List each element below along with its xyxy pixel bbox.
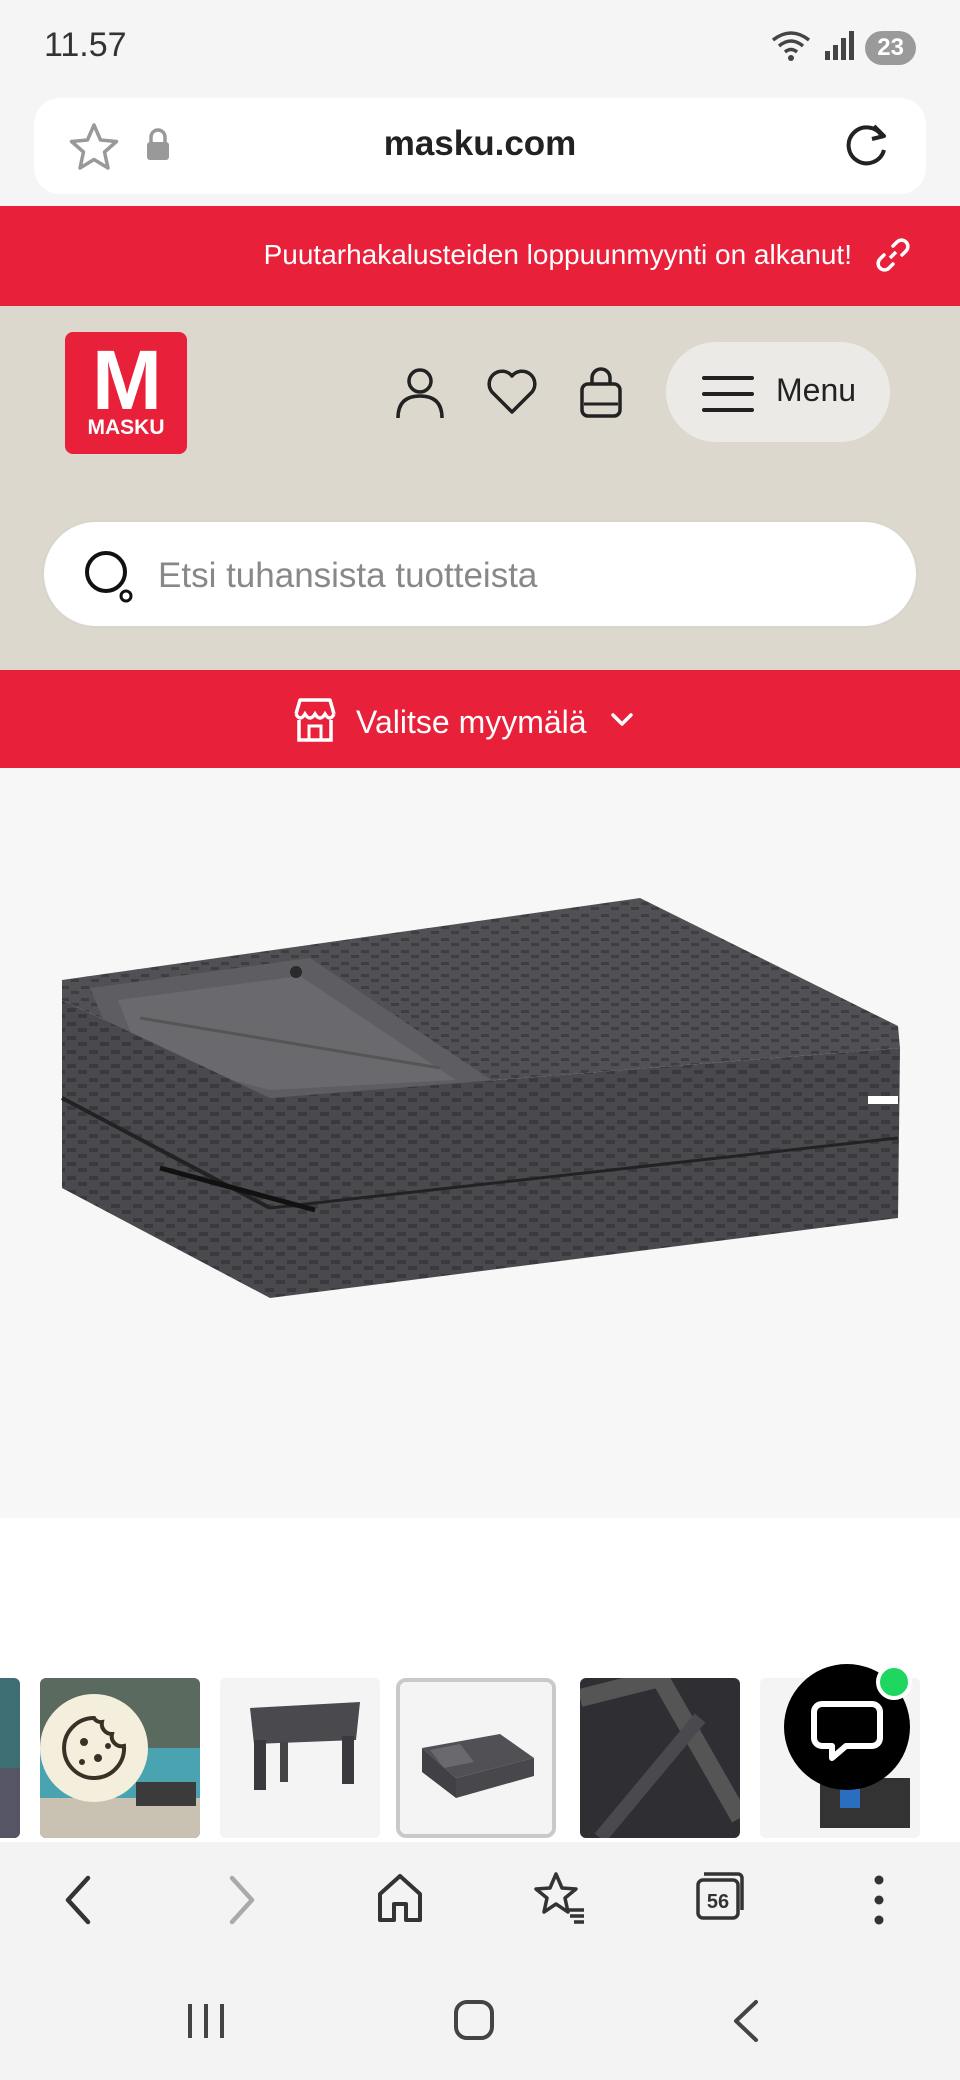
search-input[interactable] [158, 556, 858, 596]
url-bar[interactable]: masku.com [34, 98, 926, 194]
url-text[interactable]: masku.com [34, 124, 926, 164]
tabs-count: 56 [707, 1891, 729, 1913]
thumbnail[interactable] [0, 1678, 20, 1838]
page: 11.57 23 masku.com Puutarhakalusteiden l… [0, 0, 960, 2080]
cookie-icon [62, 1715, 127, 1780]
hamburger-icon [702, 374, 754, 419]
more-options-icon[interactable] [864, 1870, 894, 1935]
user-icon[interactable] [394, 366, 446, 425]
home-button-icon[interactable] [452, 1998, 496, 2047]
system-back-icon[interactable] [728, 1998, 764, 2049]
logo-text: MASKU [87, 416, 165, 439]
recent-apps-icon[interactable] [184, 2000, 228, 2047]
heart-icon[interactable] [486, 366, 538, 421]
search-bar[interactable] [42, 520, 918, 628]
home-icon[interactable] [374, 1870, 426, 1931]
thumbnail-active[interactable] [396, 1678, 556, 1838]
chat-online-indicator [876, 1664, 912, 1700]
wifi-icon [769, 28, 813, 67]
store-selector-inner[interactable]: Valitse myymälä [292, 696, 639, 749]
promo-text[interactable]: Puutarhakalusteiden loppuunmyynti on alk… [264, 239, 852, 271]
tabs-icon[interactable]: 56 [694, 1870, 746, 1927]
forward-arrow-icon[interactable] [220, 1870, 264, 1935]
promo-banner[interactable]: Puutarhakalusteiden loppuunmyynti on alk… [0, 206, 960, 306]
status-icons: 23 [769, 28, 916, 67]
content-spacer [0, 1518, 960, 1678]
store-label: Valitse myymälä [356, 704, 587, 740]
back-arrow-icon[interactable] [56, 1870, 100, 1935]
rattan-table-illustration [61, 898, 900, 1298]
shopping-bag-icon[interactable] [578, 366, 624, 425]
bookmarks-icon[interactable] [532, 1870, 588, 1931]
cookie-settings-button[interactable] [40, 1694, 148, 1802]
menu-button[interactable]: Menu [666, 342, 890, 442]
masku-logo[interactable]: M MASKU [65, 332, 187, 454]
browser-toolbar: 56 [0, 1842, 960, 1960]
status-bar: 11.57 23 [0, 0, 960, 92]
thumbnail[interactable] [580, 1678, 740, 1838]
system-nav-bar [0, 1960, 960, 2080]
thumbnail[interactable] [220, 1678, 380, 1838]
status-time: 11.57 [44, 26, 127, 64]
battery-indicator: 23 [865, 30, 916, 65]
chevron-down-icon [605, 703, 639, 742]
link-icon[interactable] [876, 238, 910, 277]
site-header: M MASKU Menu Etsi tuhansista tuotteista [0, 306, 960, 670]
product-main-image[interactable] [0, 768, 960, 1518]
logo-letter: M [92, 333, 162, 427]
signal-icon [823, 29, 855, 66]
store-selector[interactable]: Valitse myymälä [0, 670, 960, 768]
search-icon [84, 550, 136, 609]
reload-icon[interactable] [838, 118, 894, 179]
menu-label: Menu [776, 372, 857, 408]
store-icon [292, 696, 338, 749]
